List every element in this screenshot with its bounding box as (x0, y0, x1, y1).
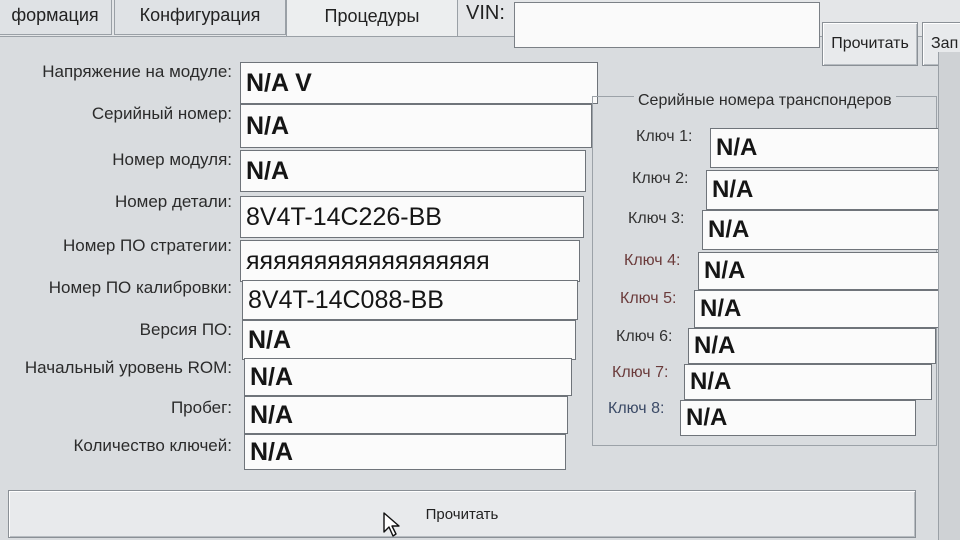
calibration-sw-field: 8V4T-14C088-BB (242, 280, 578, 320)
key-7-field: N/A (684, 364, 932, 400)
key-8-field: N/A (680, 400, 916, 436)
key-1-field: N/A (710, 128, 954, 168)
key-6-field: N/A (688, 328, 936, 364)
module-number-field: N/A (240, 150, 586, 192)
voltage-label: Напряжение на модуле: (42, 62, 232, 81)
calibration-sw-label: Номер ПО калибровки: (48, 278, 232, 297)
mileage-label: Пробег: (170, 398, 232, 417)
key-2-field: N/A (706, 170, 950, 210)
key-6-label: Ключ 6: (616, 328, 673, 345)
key-4-field: N/A (698, 252, 944, 290)
key-count-field: N/A (244, 434, 566, 470)
mouse-cursor-icon (383, 512, 400, 537)
serial-number-field: N/A (240, 104, 592, 148)
strategy-sw-label: Номер ПО стратегии: (62, 236, 232, 255)
tab-configuration[interactable]: Конфигурация (114, 0, 286, 35)
key-5-label: Ключ 5: (620, 290, 677, 307)
key-7-label: Ключ 7: (612, 364, 669, 381)
sw-version-field: N/A (242, 320, 576, 360)
key-8-label: Ключ 8: (608, 400, 665, 417)
transponder-group-title: Серийные номера транспондеров (634, 92, 896, 110)
read-button[interactable]: Прочитать (8, 490, 916, 538)
part-number-field: 8V4T-14C226-BB (240, 196, 584, 238)
serial-number-label: Серийный номер: (91, 104, 232, 123)
mileage-field: N/A (244, 396, 568, 434)
key-count-label: Количество ключей: (73, 436, 232, 455)
key-4-label: Ключ 4: (624, 252, 681, 269)
vin-label: VIN: (466, 2, 505, 24)
module-number-label: Номер модуля: (112, 150, 232, 169)
key-3-field: N/A (702, 210, 948, 250)
tab-information[interactable]: формация (0, 0, 112, 35)
key-5-field: N/A (694, 290, 940, 328)
part-number-label: Номер детали: (114, 192, 232, 211)
rom-level-label: Начальный уровень ROM: (24, 358, 232, 377)
key-2-label: Ключ 2: (632, 170, 689, 187)
strategy-sw-field: яяяяяяяяяяяяяяяяяя (240, 240, 580, 282)
sw-version-label: Версия ПО: (139, 320, 232, 339)
read-vin-button[interactable]: Прочитать (822, 22, 918, 66)
window-right-edge (938, 52, 960, 540)
tab-procedures[interactable]: Процедуры (286, 0, 458, 37)
rom-level-field: N/A (244, 358, 572, 396)
vin-input[interactable] (514, 2, 820, 48)
voltage-field: N/A V (240, 62, 598, 104)
key-3-label: Ключ 3: (628, 210, 685, 227)
key-1-label: Ключ 1: (636, 128, 693, 145)
